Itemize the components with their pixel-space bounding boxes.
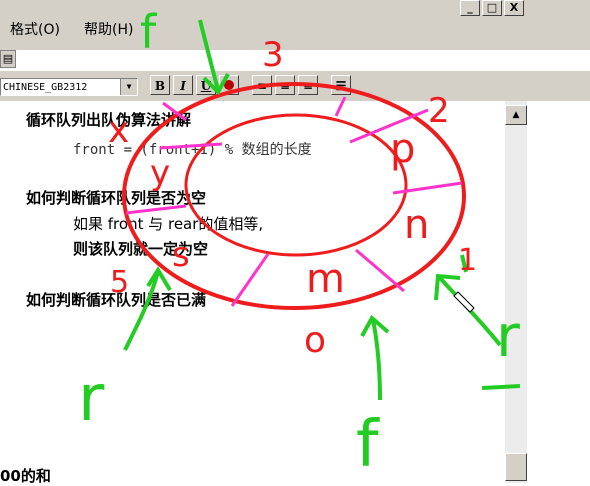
right-margin — [527, 101, 590, 483]
color-button[interactable] — [219, 75, 239, 95]
menu-format[interactable]: 格式(O) — [10, 19, 60, 39]
minimize-button[interactable]: _ — [460, 0, 480, 16]
toolbar-icon[interactable]: ▤ — [0, 50, 16, 68]
empty-condition-line: 如果 front 与 rear的值相等, — [73, 215, 264, 233]
align-left-button[interactable]: ≡ — [252, 75, 272, 95]
close-button[interactable]: X — [504, 0, 524, 16]
menu-help[interactable]: 帮助(H) — [84, 19, 133, 39]
maximize-button[interactable]: □ — [482, 0, 502, 16]
bold-button[interactable]: B — [150, 75, 170, 95]
formula-line: front = (front+1) % 数组的长度 — [73, 142, 312, 158]
vertical-scrollbar[interactable]: ▲ — [505, 101, 527, 483]
arrow-up-icon: ▲ — [512, 110, 520, 120]
format-toolbar: CHINESE_GB2312 ▼ B I U ≡ ≡ ≡ ☰ — [0, 71, 590, 101]
menu-bar: 格式(O) 帮助(H) _ □ X — [0, 0, 590, 50]
align-right-icon: ≡ — [302, 79, 314, 93]
heading-full-check: 如何判断循环队列是否已满 — [26, 291, 207, 309]
font-select-value: CHINESE_GB2312 — [3, 82, 88, 93]
scroll-up-button[interactable]: ▲ — [505, 105, 527, 125]
font-select[interactable]: CHINESE_GB2312 ▼ — [0, 78, 138, 96]
align-left-icon: ≡ — [256, 79, 268, 93]
heading-dequeue: 循环队列出队伪算法讲解 — [26, 111, 192, 129]
bullets-button[interactable]: ☰ — [331, 75, 351, 95]
heading-empty-check: 如何判断循环队列是否为空 — [26, 189, 207, 207]
chevron-down-icon[interactable]: ▼ — [120, 79, 137, 95]
bullet-list-icon: ☰ — [335, 79, 347, 93]
palette-icon — [224, 80, 234, 90]
align-center-button[interactable]: ≡ — [275, 75, 295, 95]
italic-button[interactable]: I — [173, 75, 193, 95]
underline-button[interactable]: U — [196, 75, 216, 95]
scroll-thumb[interactable] — [505, 453, 527, 481]
empty-conclusion-line: 则该队列就一定为空 — [73, 240, 209, 258]
document-area[interactable]: 循环队列出队伪算法讲解 front = (front+1) % 数组的长度 如何… — [0, 101, 505, 485]
align-right-button[interactable]: ≡ — [298, 75, 318, 95]
align-center-icon: ≡ — [279, 79, 291, 93]
